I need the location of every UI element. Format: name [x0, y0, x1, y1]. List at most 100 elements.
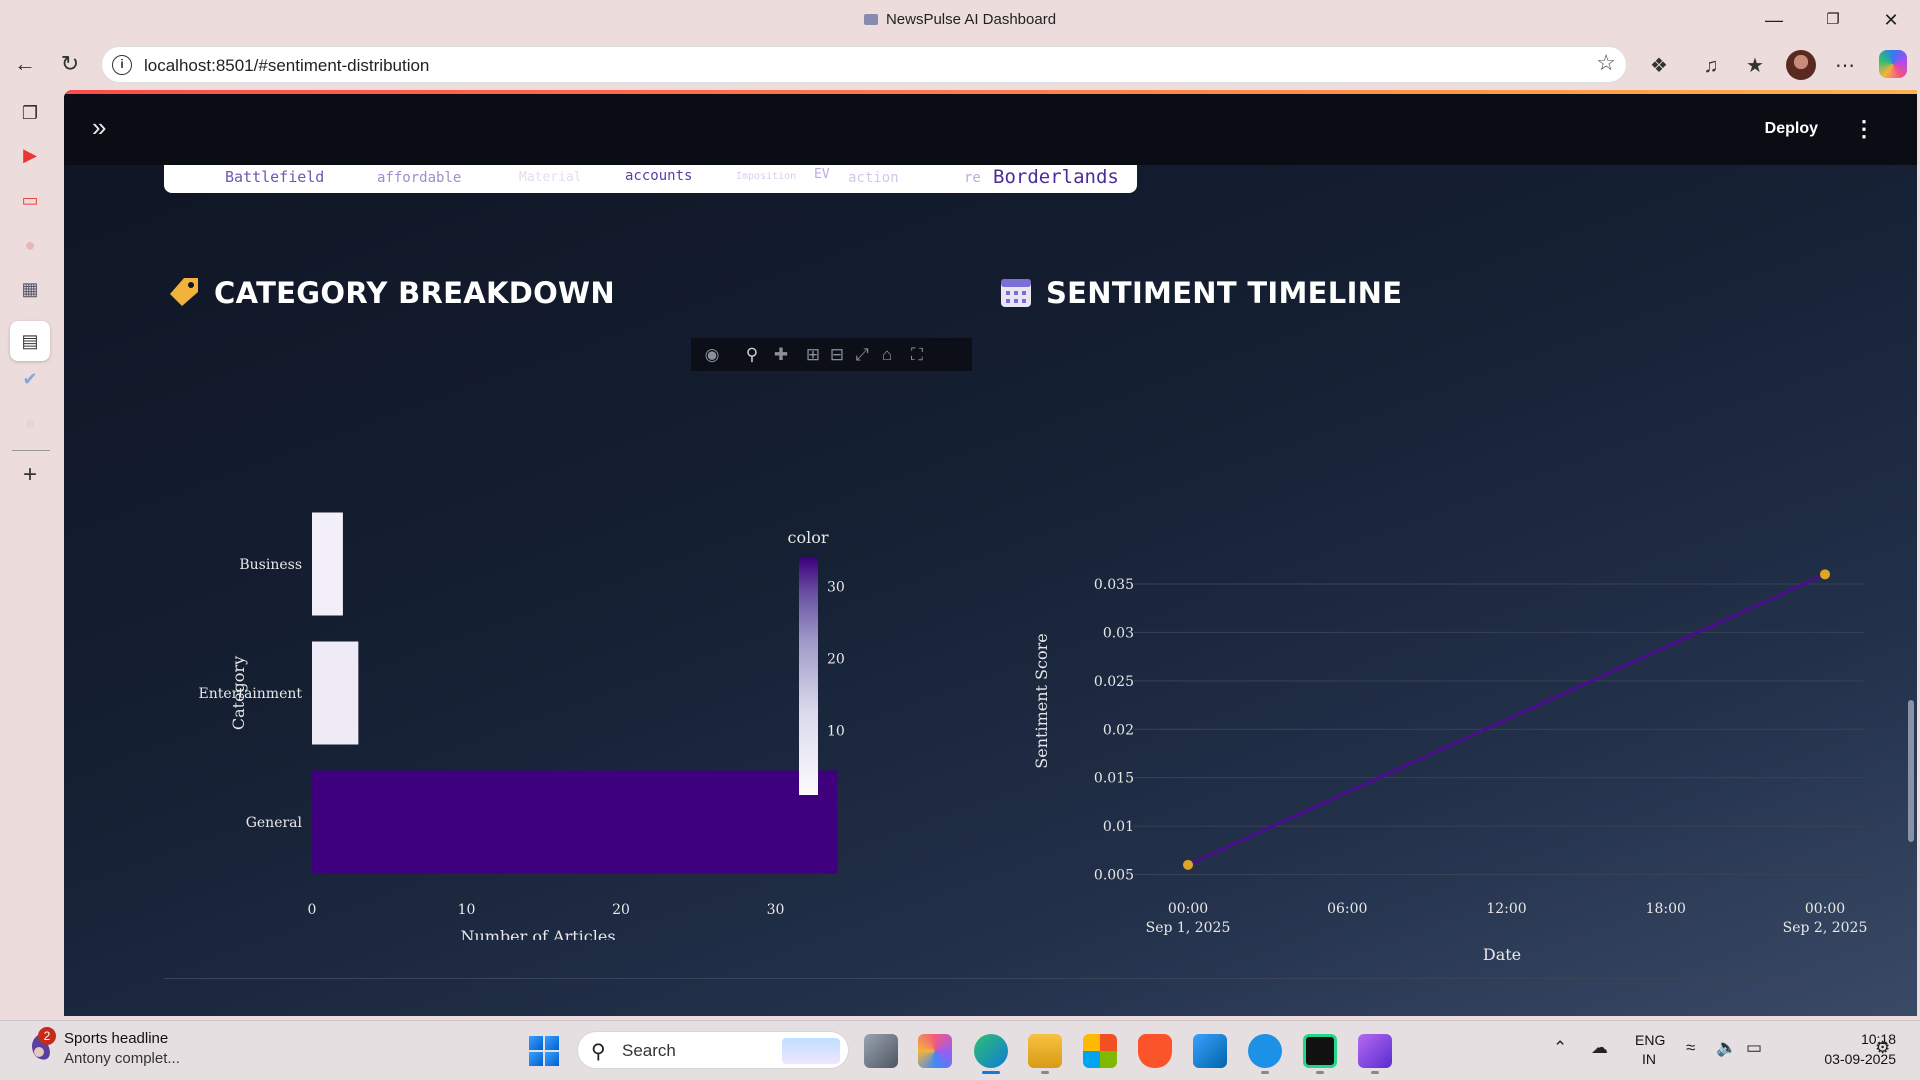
running-app-indicator — [1316, 1071, 1324, 1074]
windows-start-icon[interactable] — [529, 1036, 559, 1066]
copilot-app-icon[interactable] — [918, 1034, 952, 1068]
app-icon[interactable]: ✔ — [17, 366, 43, 392]
zoom-icon[interactable]: ⚲ — [741, 344, 763, 366]
deploy-button[interactable]: Deploy — [1765, 120, 1818, 138]
running-app-indicator — [1371, 1071, 1379, 1074]
browser-sidebar: ❐ ▶ ▭ ● ▦ ▤ ✔ ● + — [0, 88, 62, 1020]
camera-icon[interactable]: ◉ — [701, 344, 723, 366]
pycharm-icon[interactable] — [1303, 1034, 1337, 1068]
colorbar-tick-label: 10 — [827, 723, 845, 739]
window-title-bar: NewsPulse AI Dashboard — ❐ ✕ — [0, 0, 1920, 40]
running-app-indicator — [1261, 1071, 1269, 1074]
add-icon[interactable]: + — [17, 462, 43, 488]
copilot-icon[interactable] — [1879, 50, 1907, 78]
taskbar — [0, 1020, 1920, 1080]
notifications-icon[interactable]: ⚙ — [1875, 1038, 1890, 1058]
x-tick-label: 12:00 — [1486, 901, 1526, 917]
calendar-icon — [1000, 276, 1032, 308]
wordcloud-word: affordable — [377, 170, 462, 186]
notification-title[interactable]: Sports headline — [64, 1030, 168, 1047]
running-app-indicator — [1041, 1071, 1049, 1074]
more-options-icon[interactable]: ⋯ — [1831, 52, 1859, 80]
github-icon[interactable]: ● — [17, 410, 43, 436]
address-url[interactable]: localhost:8501/#sentiment-distribution — [144, 56, 429, 76]
app-icon[interactable]: ▭ — [17, 187, 43, 213]
expand-sidebar-icon[interactable]: » — [92, 114, 106, 140]
brave-browser-icon[interactable] — [1138, 1034, 1172, 1068]
file-explorer-icon[interactable] — [1028, 1034, 1062, 1068]
main-menu-icon[interactable]: ⋮ — [1853, 116, 1875, 142]
y-tick-label: 0.01 — [1103, 819, 1134, 835]
label-tag-icon — [168, 276, 200, 308]
app-icon[interactable]: ● — [17, 232, 43, 258]
wordcloud-word: Material — [519, 170, 582, 185]
fullscreen-icon[interactable]: ⛶ — [906, 344, 928, 366]
wifi-icon[interactable]: ≈ — [1686, 1038, 1695, 1058]
task-view-icon[interactable] — [864, 1034, 898, 1068]
input-language[interactable]: ENG — [1635, 1032, 1665, 1048]
wordcloud-word: re — [964, 170, 981, 186]
app-viewport: » Deploy ⋮ ​ Battlefield affordable Mate… — [64, 90, 1917, 1016]
x-tick-label: 10 — [458, 902, 476, 918]
media-app-icon[interactable] — [1358, 1034, 1392, 1068]
y-tick-label: 0.02 — [1103, 722, 1134, 738]
colorbar-tick-label: 30 — [827, 580, 845, 596]
pan-icon[interactable]: ✚ — [770, 344, 792, 366]
input-language-region[interactable]: IN — [1642, 1051, 1656, 1067]
scrollbar-thumb[interactable] — [1908, 700, 1914, 842]
volume-icon[interactable]: 🔈 — [1716, 1038, 1737, 1058]
section-title-text: SENTIMENT TIMELINE — [1046, 276, 1403, 310]
autoscale-icon[interactable]: ⤢ — [851, 344, 873, 366]
wordcloud-word: Battlefield — [225, 168, 325, 186]
wordcloud-word: EV — [814, 167, 830, 182]
y-tick-label: Entertainment — [198, 686, 302, 702]
section-title-text: CATEGORY BREAKDOWN — [214, 276, 615, 310]
onedrive-icon[interactable]: ☁ — [1591, 1038, 1608, 1058]
section-category-breakdown: CATEGORY BREAKDOWN — [168, 276, 615, 310]
active-app-icon[interactable]: ▤ — [10, 321, 50, 361]
x-tick-label: 00:00 — [1168, 901, 1208, 917]
favorites-icon[interactable]: ★ — [1741, 52, 1769, 80]
x-tick-label: 00:00 — [1805, 901, 1845, 917]
zoom-in-icon[interactable]: ⊞ — [802, 344, 824, 366]
address-bar[interactable]: i localhost:8501/#sentiment-distribution… — [101, 46, 1627, 83]
wordcloud-word: action — [848, 170, 899, 186]
y-tick-label: 0.005 — [1094, 868, 1134, 884]
active-app-indicator — [982, 1071, 1000, 1074]
favorite-star-icon[interactable]: ☆ — [1596, 50, 1616, 76]
back-arrow-icon[interactable]: ← — [9, 48, 41, 80]
media-control-icon[interactable]: ♫ — [1697, 52, 1725, 80]
chart-modebar: ◉ ⚲ ✚ ⊞ ⊟ ⤢ ⌂ ⛶ — [691, 338, 972, 371]
microsoft-store-icon[interactable] — [1083, 1034, 1117, 1068]
close-icon[interactable]: ✕ — [1868, 6, 1914, 34]
profile-avatar[interactable] — [1786, 50, 1816, 80]
zoom-out-icon[interactable]: ⊟ — [826, 344, 848, 366]
extensions-icon[interactable]: ❖ — [1645, 52, 1673, 80]
taskbar-search[interactable]: ⚲ Search — [577, 1031, 849, 1069]
data-point — [1183, 859, 1193, 870]
minimize-icon[interactable]: — — [1751, 6, 1797, 34]
youtube-icon[interactable]: ▶ — [17, 142, 43, 168]
site-info-icon[interactable]: i — [112, 55, 132, 75]
data-point — [1820, 569, 1830, 580]
y-tick-label: General — [246, 815, 303, 831]
notification-badge: 2 — [38, 1027, 56, 1045]
bar — [312, 512, 343, 616]
battery-icon[interactable]: ▭ — [1746, 1038, 1762, 1058]
reload-icon[interactable]: ↻ — [54, 48, 86, 80]
y-tick-label: Business — [239, 557, 302, 573]
notification-subtitle[interactable]: Antony complet... — [64, 1050, 180, 1067]
restore-icon[interactable]: ❐ — [1810, 6, 1856, 34]
reset-axes-icon[interactable]: ⌂ — [876, 344, 898, 366]
tab-favicon-icon — [863, 14, 878, 25]
scrollbar[interactable] — [1905, 165, 1917, 1016]
tab-actions-icon[interactable]: ❐ — [17, 100, 43, 126]
x-tick-label: 20 — [612, 902, 630, 918]
vscode-icon[interactable] — [1193, 1034, 1227, 1068]
x-tick-date-label: Sep 1, 2025 — [1146, 920, 1231, 936]
search-highlight-image — [782, 1038, 840, 1064]
show-hidden-icons-icon[interactable]: ⌃ — [1553, 1038, 1567, 1058]
app-icon[interactable]: ▦ — [17, 276, 43, 302]
docker-icon[interactable] — [1248, 1034, 1282, 1068]
edge-browser-icon[interactable] — [974, 1034, 1008, 1068]
